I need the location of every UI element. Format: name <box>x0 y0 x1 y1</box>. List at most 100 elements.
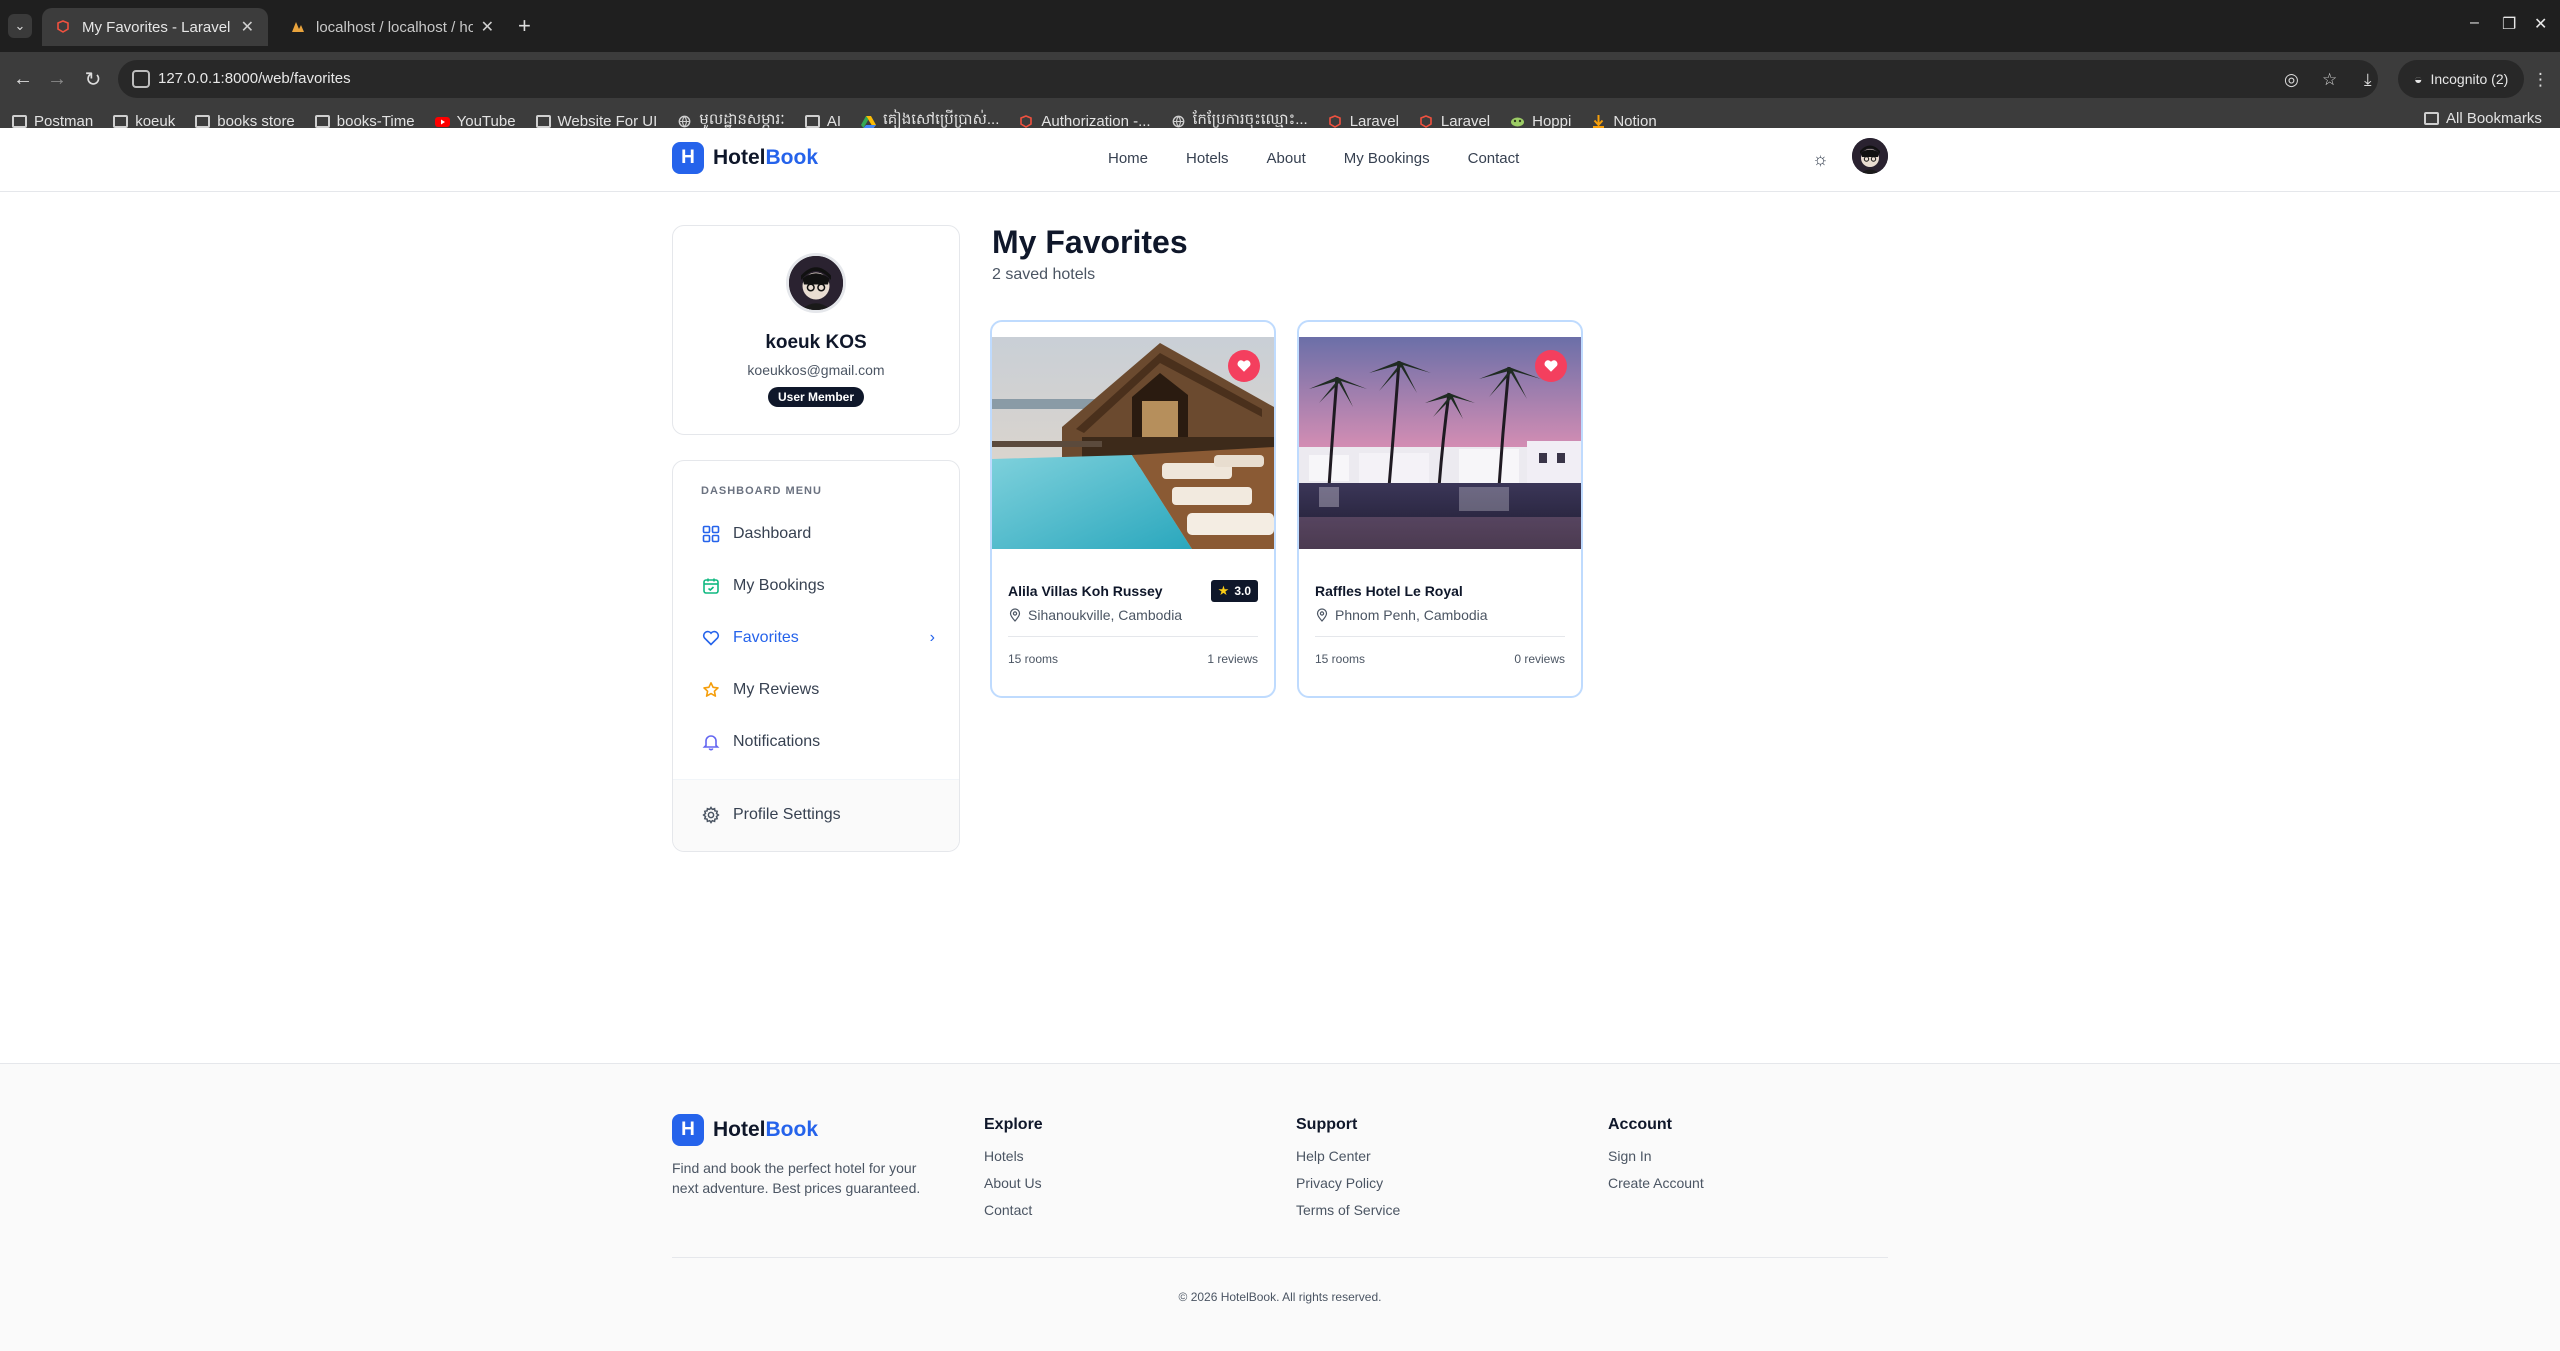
logo-mark: H <box>672 142 704 174</box>
bookmark-item[interactable]: books-Time <box>314 113 415 130</box>
forward-icon[interactable]: → <box>44 66 70 92</box>
hotel-card[interactable]: Raffles Hotel Le Royal Phnom Penh, Cambo… <box>1297 320 1583 698</box>
nav-contact[interactable]: Contact <box>1468 150 1520 167</box>
footer-link-create-account[interactable]: Create Account <box>1608 1175 1704 1191</box>
laravel-favicon-icon <box>57 20 69 33</box>
footer-logo[interactable]: H HotelBook <box>672 1114 818 1146</box>
profile-name: koeuk KOS <box>765 332 867 353</box>
bookmark-label: koeuk <box>135 112 176 130</box>
menu-item-favorites[interactable]: Favorites › <box>701 624 935 652</box>
sun-icon[interactable]: ☼ <box>1812 149 1829 170</box>
hotel-location: Sihanoukville, Cambodia <box>1008 607 1182 623</box>
all-bookmarks[interactable]: All Bookmarks <box>2424 110 2542 127</box>
footer-link-contact[interactable]: Contact <box>984 1202 1043 1218</box>
hotel-location: Phnom Penh, Cambodia <box>1315 607 1488 623</box>
reload-icon[interactable]: ↻ <box>80 66 106 92</box>
reviews-count: 0 reviews <box>1514 652 1565 666</box>
bell-icon <box>701 732 721 752</box>
browser-tabstrip: ⌄ My Favorites - Laravel ✕ localhost / l… <box>0 0 2560 52</box>
chevron-right-icon: › <box>929 629 935 646</box>
menu-item-label: Notifications <box>733 733 821 750</box>
kebab-menu-icon[interactable]: ⋮ <box>2532 70 2549 90</box>
bookmark-item[interactable]: Laravel <box>1328 113 1399 130</box>
bookmark-item[interactable]: Postman <box>12 113 93 130</box>
back-icon[interactable]: ← <box>10 66 36 92</box>
incognito-indicator[interactable]: ◒ Incognito (2) <box>2398 60 2525 98</box>
menu-heading: DASHBOARD MENU <box>701 485 822 497</box>
minimize-icon[interactable]: – <box>2470 14 2479 32</box>
bookmark-item[interactable]: Notion <box>1591 113 1657 130</box>
heart-icon <box>1237 360 1251 372</box>
hotel-card[interactable]: Alila Villas Koh Russey ★ 3.0 Sihanoukvi… <box>990 320 1276 698</box>
logo-text: HotelBook <box>713 146 818 169</box>
menu-item-profile-settings[interactable]: Profile Settings <box>701 801 935 829</box>
globe-icon <box>1171 115 1193 128</box>
laravel-icon <box>1328 114 1350 128</box>
nav-home[interactable]: Home <box>1108 150 1148 167</box>
site-info-icon[interactable] <box>132 70 150 88</box>
bookmark-label: AI <box>826 112 841 130</box>
close-tab-icon[interactable]: ✕ <box>481 17 494 37</box>
globe-icon <box>677 115 699 128</box>
tab-search-icon[interactable]: ⌄ <box>8 14 32 38</box>
header-logo[interactable]: H HotelBook <box>672 142 818 174</box>
footer-column-account: Account Sign In Create Account <box>1608 1116 1704 1202</box>
nav-about[interactable]: About <box>1267 150 1306 167</box>
bookmark-item[interactable]: Hoppi <box>1510 113 1571 130</box>
maximize-icon[interactable]: ❐ <box>2502 14 2516 34</box>
calendar-icon <box>701 576 721 596</box>
folder-icon <box>314 114 337 128</box>
nav-hotels[interactable]: Hotels <box>1186 150 1229 167</box>
remove-favorite-button[interactable] <box>1228 350 1260 382</box>
bookmark-item[interactable]: Laravel <box>1419 113 1490 130</box>
location-pin-icon <box>1316 608 1328 622</box>
avatar[interactable] <box>1852 138 1888 174</box>
location-pin-icon <box>1009 608 1021 622</box>
url-text: 127.0.0.1:8000/web/favorites <box>158 70 351 87</box>
close-window-icon[interactable]: ✕ <box>2534 14 2547 34</box>
footer-column-title: Explore <box>984 1116 1043 1133</box>
bookmark-item[interactable]: Authorization -... <box>1019 113 1151 130</box>
new-tab-icon[interactable]: + <box>518 14 531 38</box>
bookmark-item[interactable]: AI <box>804 112 841 130</box>
eye-off-icon[interactable]: ◎ <box>2284 70 2299 90</box>
tab-localhost[interactable]: localhost / localhost / ho ✕ <box>276 8 508 46</box>
menu-item-dashboard[interactable]: Dashboard <box>701 520 935 548</box>
footer-link-help-center[interactable]: Help Center <box>1296 1148 1400 1164</box>
bookmark-item[interactable]: koeuk <box>113 113 175 130</box>
hotel-name[interactable]: Alila Villas Koh Russey <box>1008 583 1163 599</box>
footer-link-privacy-policy[interactable]: Privacy Policy <box>1296 1175 1400 1191</box>
download-icon[interactable]: ⤓ <box>2364 70 2372 90</box>
tab-my-favorites[interactable]: My Favorites - Laravel ✕ <box>42 8 268 46</box>
folder-icon <box>804 114 827 128</box>
footer-column-title: Account <box>1608 1116 1672 1133</box>
remove-favorite-button[interactable] <box>1535 350 1567 382</box>
bookmark-item[interactable]: books store <box>195 113 295 130</box>
footer-column-title: Support <box>1296 1116 1358 1133</box>
footer-link-terms[interactable]: Terms of Service <box>1296 1202 1400 1218</box>
bookmark-item[interactable]: Website For UI <box>535 112 658 130</box>
menu-item-my-bookings[interactable]: My Bookings <box>701 572 935 600</box>
menu-item-notifications[interactable]: Notifications <box>701 728 935 756</box>
address-bar[interactable]: 127.0.0.1:8000/web/favorites ◎ ☆ <box>118 60 2378 98</box>
footer-link-sign-in[interactable]: Sign In <box>1608 1148 1704 1164</box>
rooms-count: 15 rooms <box>1008 652 1059 666</box>
phpmyadmin-favicon-icon <box>292 22 304 32</box>
menu-item-my-reviews[interactable]: My Reviews <box>701 676 935 704</box>
grid-icon <box>701 524 721 544</box>
bookmark-star-icon[interactable]: ☆ <box>2322 70 2337 90</box>
menu-item-label: Favorites <box>733 629 799 646</box>
hotel-name[interactable]: Raffles Hotel Le Royal <box>1315 583 1463 599</box>
folder-icon <box>12 114 34 128</box>
folder-icon <box>2424 112 2439 125</box>
rooms-count: 15 rooms <box>1315 652 1366 666</box>
close-tab-icon[interactable]: ✕ <box>241 17 254 37</box>
footer-link-about-us[interactable]: About Us <box>984 1175 1043 1191</box>
bookmark-label: Website For UI <box>557 112 658 130</box>
bookmark-item[interactable]: YouTube <box>434 113 516 130</box>
folder-icon <box>195 114 217 128</box>
gear-icon <box>701 805 721 825</box>
footer-link-hotels[interactable]: Hotels <box>984 1148 1043 1164</box>
nav-my-bookings[interactable]: My Bookings <box>1344 150 1430 167</box>
youtube-icon <box>434 115 457 128</box>
